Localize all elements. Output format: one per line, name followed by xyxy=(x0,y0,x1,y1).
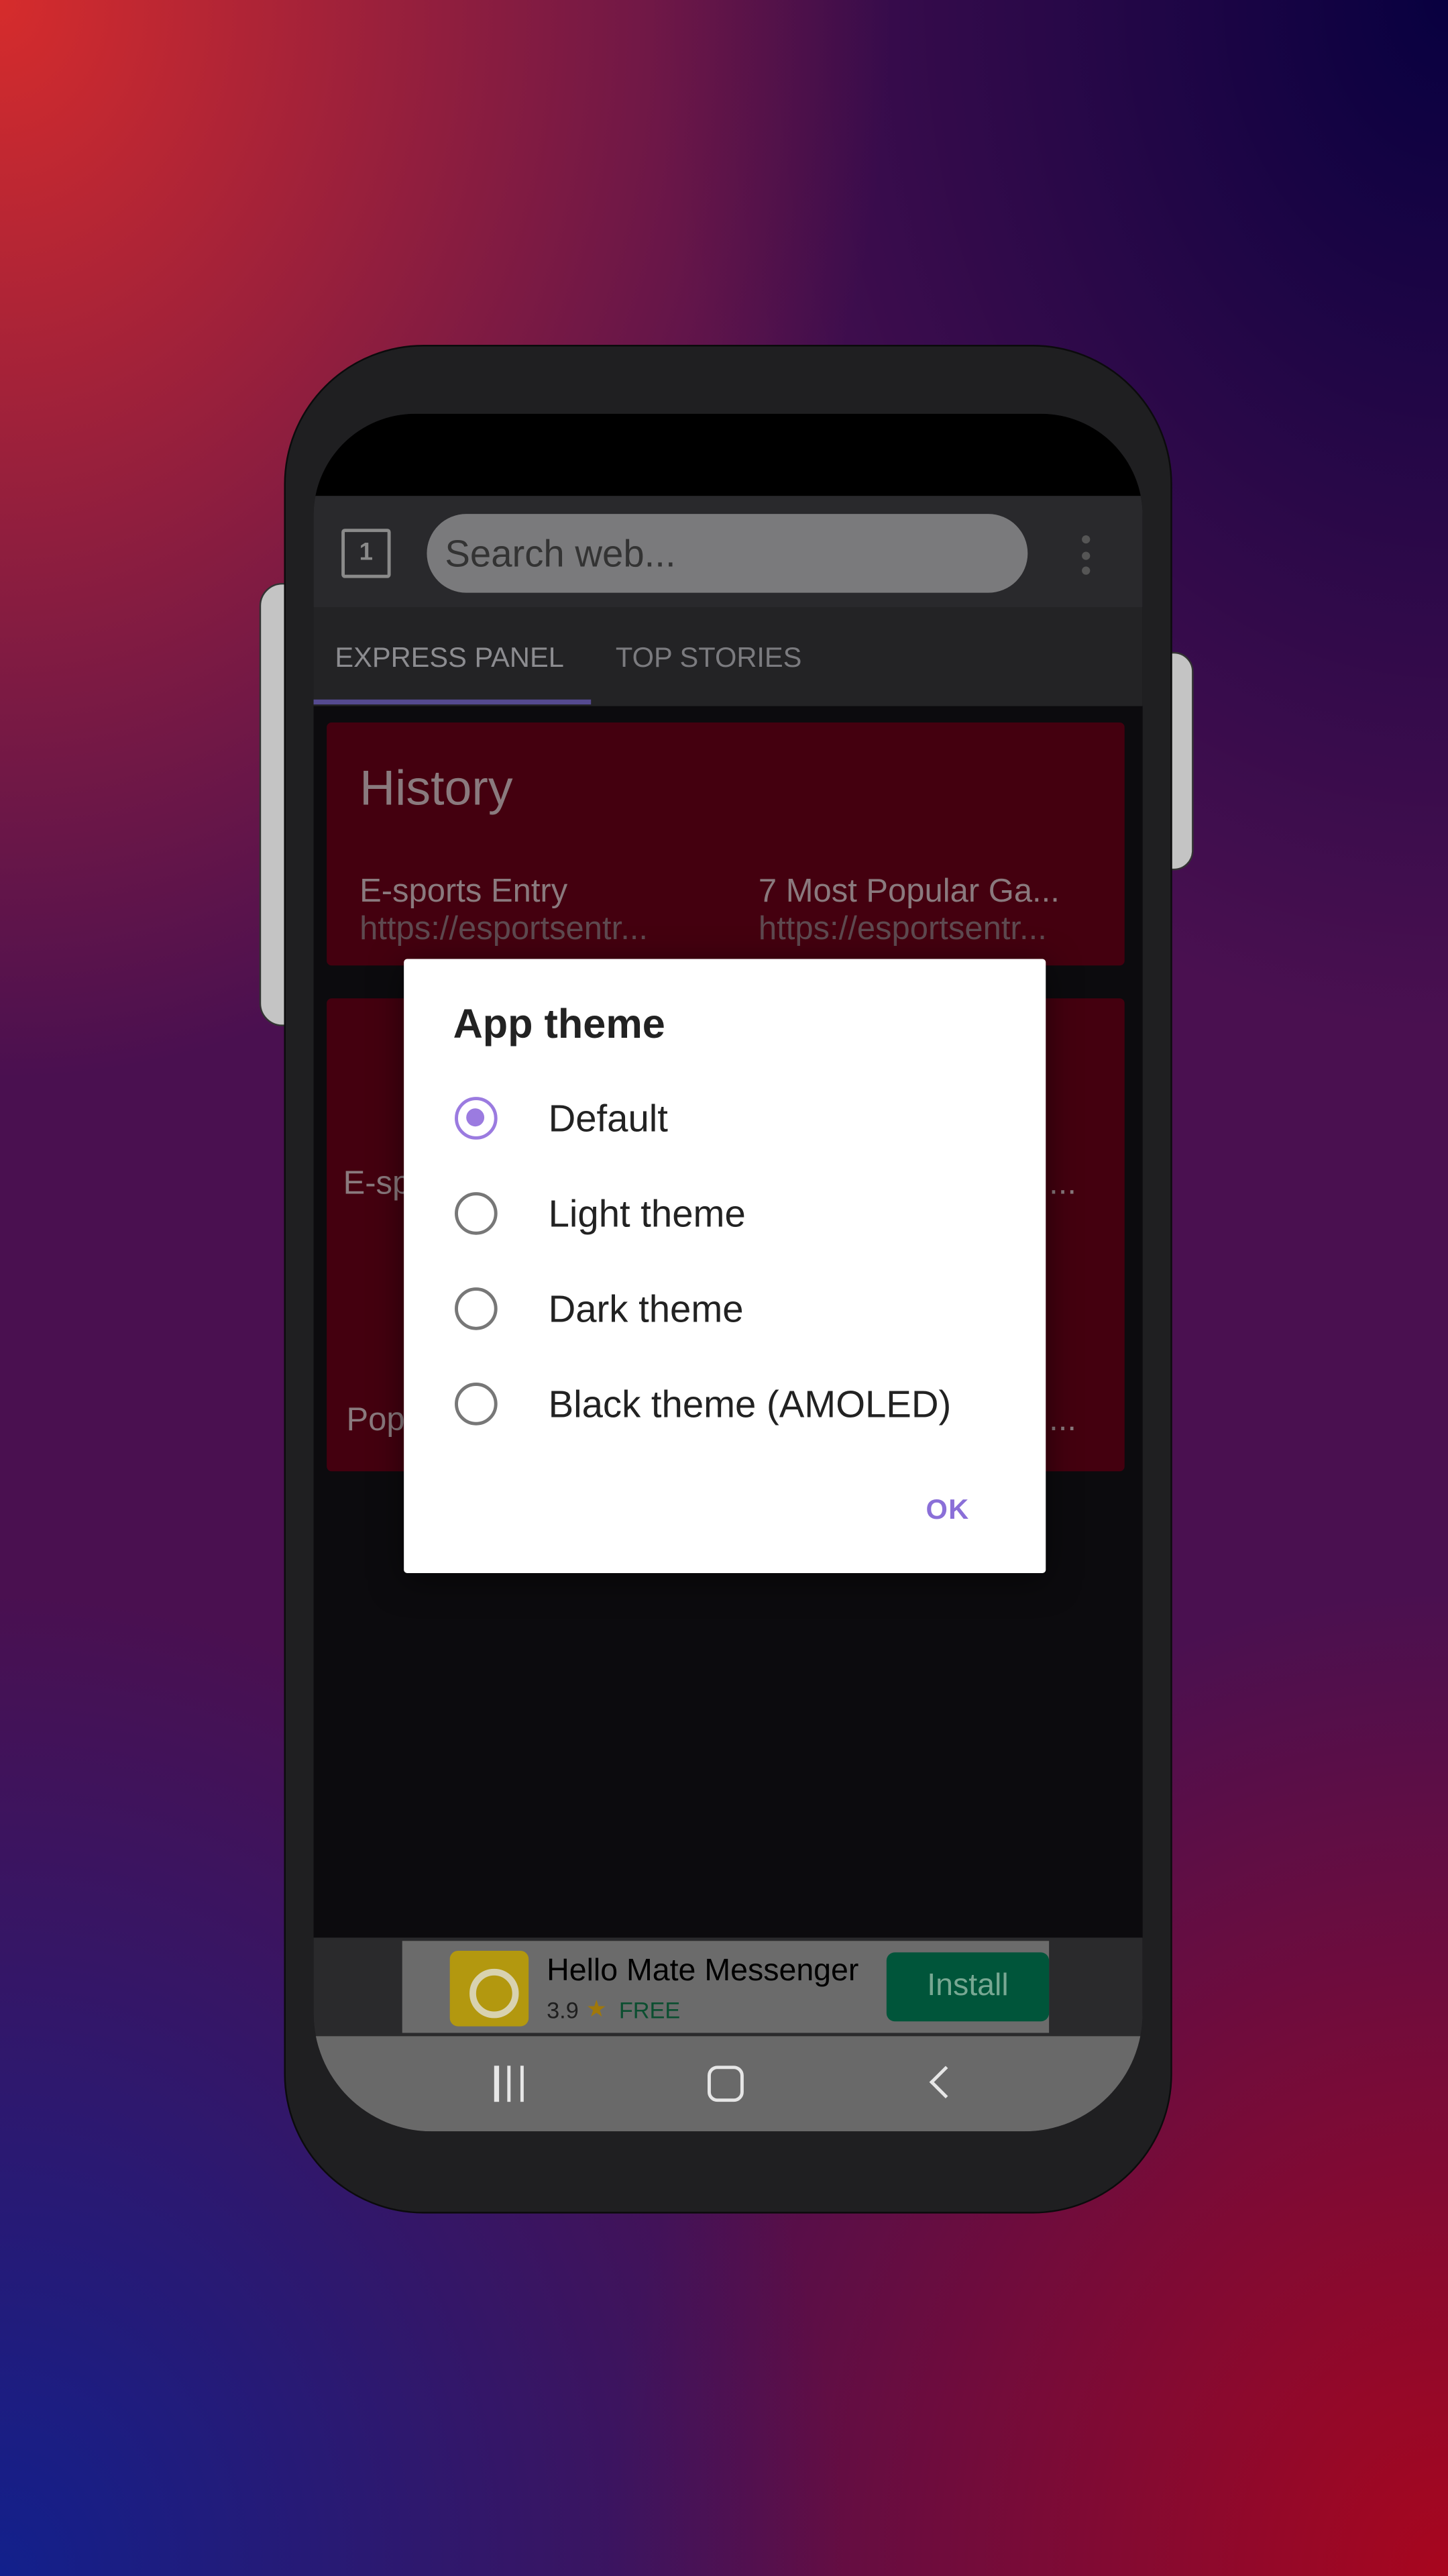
tab-express-panel[interactable]: EXPRESS PANEL xyxy=(335,608,564,706)
history-item-title: 7 Most Popular Ga... xyxy=(758,873,1060,910)
back-icon[interactable] xyxy=(929,2065,962,2099)
radio-icon[interactable] xyxy=(455,1192,498,1235)
option-label: Black theme (AMOLED) xyxy=(548,1383,952,1426)
story-item-2[interactable]: Pop xyxy=(346,1402,404,1440)
radio-selected-icon[interactable] xyxy=(455,1097,498,1140)
ad-price: FREE xyxy=(618,1996,681,2023)
app-theme-dialog: App theme Default Light theme Dark theme… xyxy=(404,959,1046,1573)
history-item[interactable]: 7 Most Popular Ga... https://esportsentr… xyxy=(759,873,1060,949)
theme-option-dark[interactable]: Dark theme xyxy=(404,1268,1046,1350)
theme-option-black[interactable]: Black theme (AMOLED) xyxy=(404,1363,1046,1445)
app-icon xyxy=(449,1950,529,2027)
active-tab-indicator xyxy=(313,699,592,705)
history-item-url: https://esportsentr... xyxy=(359,911,649,948)
install-button[interactable]: Install xyxy=(886,1952,1050,2022)
history-item[interactable]: E-sports Entry https://esportsentr... xyxy=(359,873,648,949)
theme-option-light[interactable]: Light theme xyxy=(404,1173,1046,1254)
story-item-1[interactable]: E-sp xyxy=(343,1166,411,1203)
radio-icon[interactable] xyxy=(455,1383,498,1426)
option-label: Default xyxy=(548,1097,668,1140)
theme-option-default[interactable]: Default xyxy=(404,1077,1046,1159)
recents-icon[interactable] xyxy=(494,2065,524,2102)
ad-banner[interactable]: Hello Mate Messenger 3.9 ★ FREE Install xyxy=(402,1941,1050,2033)
history-title: History xyxy=(359,761,513,816)
ad-bar: Hello Mate Messenger 3.9 ★ FREE Install xyxy=(313,1937,1143,2037)
history-item-url: https://esportsentr... xyxy=(758,911,1047,948)
tab-top-stories[interactable]: TOP STORIES xyxy=(616,608,802,706)
home-icon[interactable] xyxy=(708,2065,744,2102)
status-bar xyxy=(313,413,1143,496)
browser-toolbar: 1 Search web... xyxy=(313,496,1143,608)
option-label: Light theme xyxy=(548,1192,746,1235)
navigation-bar xyxy=(313,2036,1143,2132)
tabs-count-button[interactable]: 1 xyxy=(341,529,391,578)
history-card: History E-sports Entry https://esportsen… xyxy=(327,722,1125,966)
star-icon: ★ xyxy=(586,1995,607,2022)
story-item-1-ellipsis: ... xyxy=(1049,1165,1076,1202)
more-vert-icon[interactable] xyxy=(1082,535,1092,575)
tab-bar: EXPRESS PANEL TOP STORIES xyxy=(313,607,1143,706)
history-item-title: E-sports Entry xyxy=(359,873,568,910)
story-item-2-ellipsis: ... xyxy=(1049,1402,1076,1439)
ad-title: Hello Mate Messenger xyxy=(547,1953,859,1989)
dialog-title: App theme xyxy=(453,1002,665,1048)
ok-button[interactable]: OK xyxy=(926,1494,970,1527)
radio-icon[interactable] xyxy=(455,1287,498,1330)
option-label: Dark theme xyxy=(548,1287,744,1330)
ad-rating: 3.9 xyxy=(547,1996,579,2023)
search-input[interactable]: Search web... xyxy=(427,514,1028,593)
